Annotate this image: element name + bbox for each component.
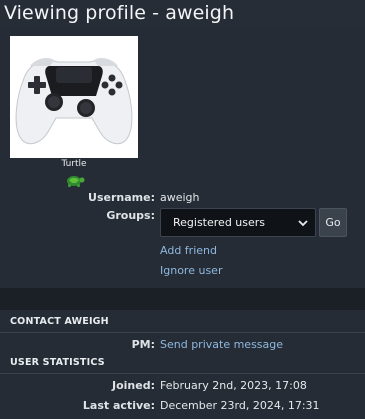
divider bbox=[0, 373, 365, 374]
user-statistics-header: USER STATISTICS bbox=[10, 357, 105, 368]
profile-details: CONTACT AWEIGH PM: Send private message … bbox=[0, 310, 365, 419]
turtle-icon bbox=[67, 176, 85, 187]
profile-panel: Turtle Username: aweigh Groups: Register… bbox=[0, 28, 365, 300]
section-divider bbox=[0, 288, 365, 310]
gamepad-controller-image bbox=[15, 58, 133, 145]
username-label: Username: bbox=[88, 191, 155, 204]
add-friend-link[interactable]: Add friend bbox=[160, 244, 217, 257]
groups-selected-value: Registered users bbox=[173, 216, 266, 229]
go-button[interactable]: Go bbox=[319, 208, 347, 237]
divider bbox=[0, 332, 365, 333]
last-active-label: Last active: bbox=[82, 399, 155, 412]
groups-label: Groups: bbox=[106, 209, 155, 222]
send-private-message-link[interactable]: Send private message bbox=[160, 338, 283, 351]
avatar bbox=[10, 36, 138, 158]
joined-value: February 2nd, 2023, 17:08 bbox=[160, 379, 307, 392]
pm-label: PM: bbox=[131, 338, 155, 351]
groups-select[interactable]: Registered users bbox=[160, 208, 316, 237]
username-value: aweigh bbox=[160, 191, 200, 204]
joined-label: Joined: bbox=[112, 379, 155, 392]
chevron-down-icon bbox=[298, 220, 308, 227]
last-active-value: December 23rd, 2024, 17:31 bbox=[160, 399, 320, 412]
contact-header: CONTACT AWEIGH bbox=[10, 316, 109, 327]
rank-title: Turtle bbox=[61, 159, 87, 169]
ignore-user-link[interactable]: Ignore user bbox=[160, 264, 222, 277]
page-title: Viewing profile - aweigh bbox=[4, 2, 235, 24]
